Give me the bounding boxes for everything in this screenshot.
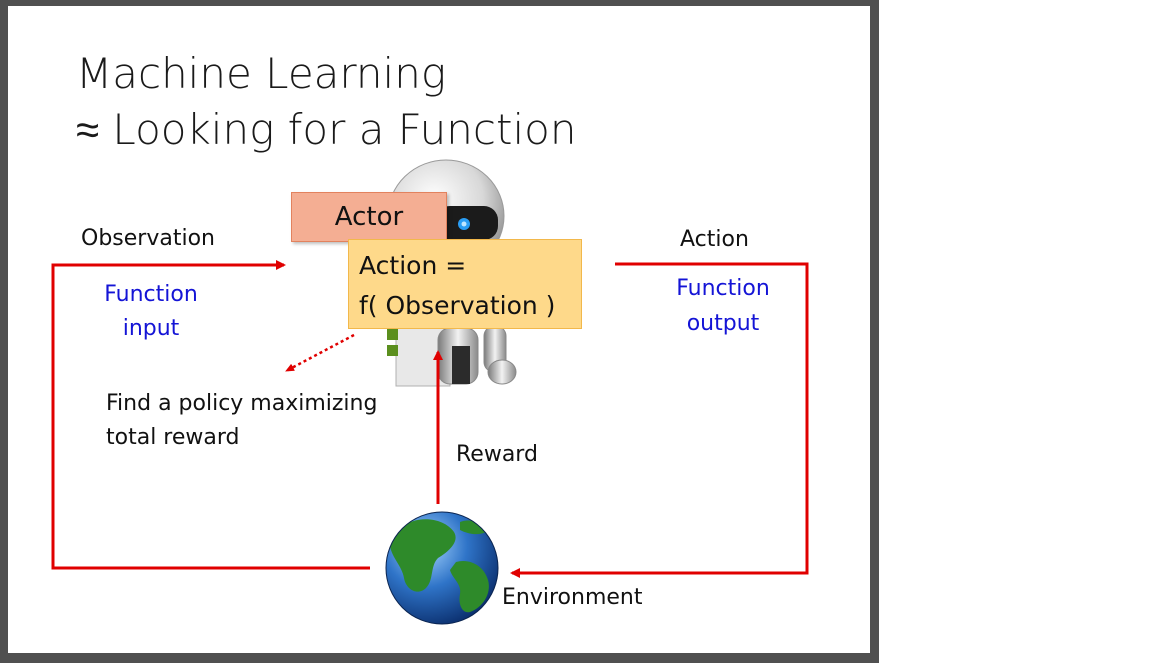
blank-area xyxy=(879,0,1152,663)
reward-label: Reward xyxy=(456,442,538,467)
observation-label: Observation xyxy=(81,226,215,251)
function-input-label-line1: Function xyxy=(104,282,198,307)
action-label: Action xyxy=(680,227,749,252)
slide: Machine Learning ≈ Looking for a Functio… xyxy=(8,6,870,653)
function-output-label-line2: output xyxy=(686,311,760,336)
policy-label-line2: total reward xyxy=(106,425,240,450)
policy-label-line1: Find a policy maximizing xyxy=(106,391,378,416)
function-output-label-line1: Function xyxy=(676,276,770,301)
environment-label: Environment xyxy=(502,585,643,610)
function-input-label-line2: input xyxy=(122,316,180,341)
